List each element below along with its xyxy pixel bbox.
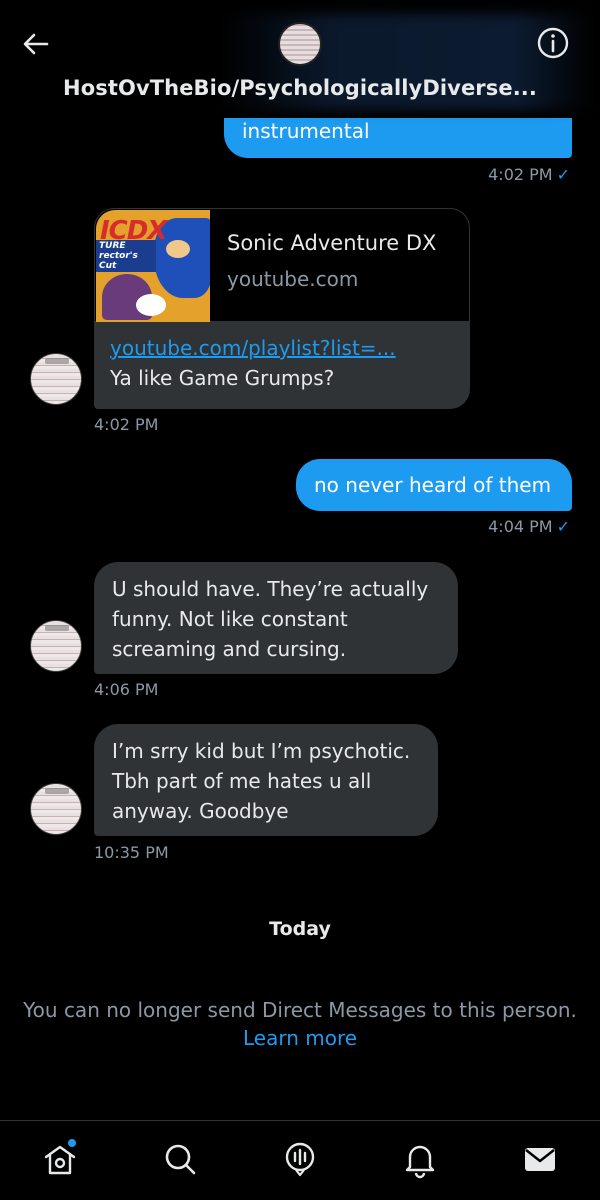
date-divider: Today — [269, 918, 331, 940]
nav-search[interactable] — [160, 1139, 200, 1179]
nav-spaces[interactable] — [280, 1139, 320, 1179]
info-icon — [537, 27, 569, 59]
read-check-icon: ✓ — [556, 517, 570, 536]
message-timestamp: 4:04 PM ✓ — [488, 517, 570, 536]
search-icon — [165, 1144, 196, 1175]
back-arrow-icon — [23, 33, 49, 55]
incoming-message[interactable]: U should have. They’re actually funny. N… — [94, 562, 458, 674]
link-title: Sonic Adventure DX — [227, 231, 437, 255]
message-timestamp: 4:06 PM — [94, 680, 159, 699]
messages-icon — [525, 1148, 555, 1171]
nav-messages[interactable] — [520, 1139, 560, 1179]
message-timestamp: 4:02 PM ✓ — [488, 165, 570, 184]
sender-avatar[interactable] — [30, 620, 82, 672]
sender-avatar[interactable] — [30, 353, 82, 405]
message-line: screaming and cursing. — [112, 637, 347, 661]
sender-avatar[interactable] — [30, 783, 82, 835]
back-button[interactable] — [20, 28, 52, 60]
spaces-icon — [285, 1142, 315, 1177]
link-domain: youtube.com — [227, 267, 359, 291]
message-line: funny. Not like constant — [112, 607, 348, 631]
notifications-icon — [405, 1145, 435, 1179]
message-link[interactable]: youtube.com/playlist?list=... — [110, 336, 396, 360]
message-line: I’m srry kid but I’m psychotic. — [112, 739, 411, 763]
link-preview-message[interactable]: ICDX TURE rector's Cut Sonic Adventure D… — [94, 208, 470, 409]
conversation-header: HostOvTheBio/PsychologicallyDiverse... — [0, 0, 600, 118]
link-preview-card[interactable]: ICDX TURE rector's Cut Sonic Adventure D… — [94, 208, 470, 322]
notification-dot — [68, 1139, 76, 1147]
message-timestamp: 4:02 PM — [94, 415, 159, 434]
message-timestamp: 10:35 PM — [94, 843, 169, 862]
message-line: Tbh part of me hates u all — [112, 769, 372, 793]
header-avatar[interactable] — [278, 22, 322, 66]
nav-home[interactable] — [40, 1139, 80, 1179]
message-line: U should have. They’re actually — [112, 577, 429, 601]
message-text: no never heard of them — [314, 473, 552, 497]
link-thumbnail: ICDX TURE rector's Cut — [96, 210, 210, 322]
outgoing-message[interactable]: no never heard of them — [296, 459, 572, 511]
thumbnail-subtitle: TURE rector's Cut — [96, 240, 156, 272]
info-button[interactable] — [536, 26, 570, 60]
read-check-icon: ✓ — [556, 165, 570, 184]
message-text: Ya like Game Grumps? — [110, 366, 335, 390]
conversation-title[interactable]: HostOvTheBio/PsychologicallyDiverse... — [0, 76, 600, 100]
incoming-message[interactable]: I’m srry kid but I’m psychotic. Tbh part… — [94, 724, 438, 836]
message-text: instrumental — [242, 119, 370, 143]
learn-more-link[interactable]: Learn more — [0, 1026, 600, 1050]
message-line: anyway. Goodbye — [112, 799, 289, 823]
nav-notifications[interactable] — [400, 1139, 440, 1179]
dm-disabled-notice: You can no longer send Direct Messages t… — [23, 998, 577, 1022]
bottom-navigation — [0, 1120, 600, 1200]
